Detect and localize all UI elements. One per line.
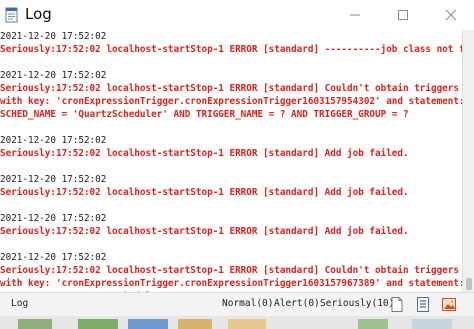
image-icon[interactable]	[441, 296, 457, 313]
close-button[interactable]	[428, 0, 474, 30]
log-timestamp: 2021-12-20 17:52:02	[0, 135, 107, 146]
taskbar-tile	[78, 319, 118, 329]
taskbar-tile	[358, 319, 388, 329]
log-error-line: Seriously:17:52:02 localhost-startStop-1…	[0, 44, 462, 55]
close-icon	[445, 9, 457, 21]
taskbar-tile	[412, 319, 452, 329]
taskbar-tile	[128, 319, 168, 329]
window-title: Log	[25, 5, 52, 23]
log-error-line: Seriously:17:52:02 localhost-startStop-1…	[0, 187, 409, 198]
taskbar-strip	[0, 316, 474, 329]
log-spacer	[0, 238, 462, 251]
log-spacer	[0, 199, 462, 212]
vertical-scrollbar[interactable]	[462, 30, 474, 292]
taskbar-tile	[178, 319, 212, 329]
minimize-icon	[350, 14, 360, 16]
alert-filter[interactable]: Alert(0)	[274, 298, 320, 309]
log-error-line: SCHED_NAME = 'QuartzScheduler' AND TRIGG…	[0, 109, 409, 120]
log-error-line: with key: 'cronExpressionTrigger.cronExp…	[0, 96, 462, 107]
log-error-line: with key: 'cronExpressionTrigger.cronExp…	[0, 278, 462, 289]
status-title: Log	[11, 298, 29, 309]
log-spacer	[0, 121, 462, 134]
log-timestamp: 2021-12-20 17:52:02	[0, 213, 107, 224]
minimize-button[interactable]	[332, 0, 378, 30]
scrollbar-thumb[interactable]	[466, 278, 472, 290]
log-error-line: Seriously:17:52:02 localhost-startStop-1…	[0, 265, 462, 276]
log-spacer	[0, 56, 462, 69]
taskbar-tile	[18, 319, 52, 329]
log-app-icon	[5, 7, 18, 23]
log-error-line: Seriously:17:52:02 localhost-startStop-1…	[0, 148, 409, 159]
log-timestamp: 2021-12-20 17:52:02	[0, 174, 107, 185]
serious-filter[interactable]: Seriously(10)	[320, 298, 394, 309]
log-content-area[interactable]: 2021-12-20 17:52:02 Seriously:17:52:02 lo…	[0, 30, 462, 292]
status-bar: Log Normal(0) Alert(0) Seriously(10)	[0, 292, 474, 316]
list-icon[interactable]	[415, 296, 431, 313]
maximize-button[interactable]	[380, 0, 426, 30]
log-timestamp: 2021-12-20 17:52:02	[0, 31, 107, 42]
taskbar-tile	[228, 319, 266, 329]
log-error-line: Seriously:17:52:02 localhost-startStop-1…	[0, 226, 409, 237]
maximize-icon	[398, 10, 408, 20]
log-spacer	[0, 160, 462, 173]
log-error-line: Seriously:17:52:02 localhost-startStop-1…	[0, 83, 462, 94]
document-icon[interactable]	[389, 296, 405, 313]
title-bar: Log	[0, 0, 474, 30]
log-timestamp: 2021-12-20 17:52:02	[0, 70, 107, 81]
log-timestamp: 2021-12-20 17:52:02	[0, 252, 107, 263]
normal-filter[interactable]: Normal(0)	[222, 298, 273, 309]
